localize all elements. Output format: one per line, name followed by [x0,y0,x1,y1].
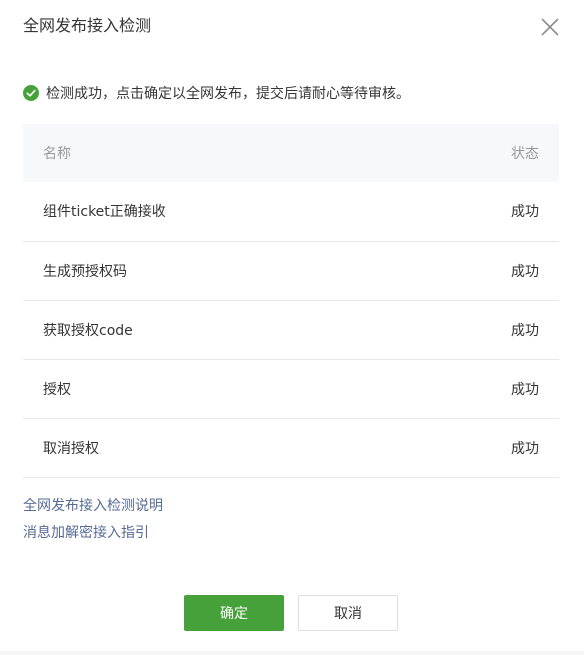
row-name: 授权 [43,381,71,398]
header-status: 状态 [511,146,539,162]
help-links: 全网发布接入检测说明 消息加解密接入指引 [23,497,163,543]
row-name: 组件ticket正确接收 [43,204,166,221]
row-status: 成功 [511,440,539,457]
close-button[interactable] [537,14,563,40]
detection-result-table: 名称 状态 组件ticket正确接收 成功 生成预授权码 成功 获取授权code… [23,124,559,478]
detection-guide-link[interactable]: 全网发布接入检测说明 [23,497,163,516]
publish-detection-dialog: 全网发布接入检测 检测成功，点击确定以全网发布，提交后请耐心等待审核。 名称 状… [0,0,584,655]
success-notice: 检测成功，点击确定以全网发布，提交后请耐心等待审核。 [23,82,410,104]
table-row: 取消授权 成功 [23,418,559,477]
confirm-button[interactable]: 确定 [184,595,284,631]
table-header-row: 名称 状态 [23,124,559,182]
table-row: 生成预授权码 成功 [23,241,559,300]
close-icon [537,14,563,40]
row-status: 成功 [511,204,539,221]
bottom-divider [0,651,584,655]
row-name: 取消授权 [43,440,99,457]
header-name: 名称 [43,146,71,162]
row-status: 成功 [511,381,539,398]
table-row: 获取授权code 成功 [23,300,559,359]
dialog-title: 全网发布接入检测 [23,16,152,35]
notice-text: 检测成功，点击确定以全网发布，提交后请耐心等待审核。 [46,86,410,102]
cancel-button[interactable]: 取消 [298,595,398,631]
check-circle-icon [23,85,39,101]
row-name: 获取授权code [43,322,133,339]
table-row: 授权 成功 [23,359,559,418]
row-status: 成功 [511,263,539,280]
row-name: 生成预授权码 [43,263,127,280]
table-row: 组件ticket正确接收 成功 [23,182,559,241]
row-status: 成功 [511,322,539,339]
encryption-guide-link[interactable]: 消息加解密接入指引 [23,524,163,543]
